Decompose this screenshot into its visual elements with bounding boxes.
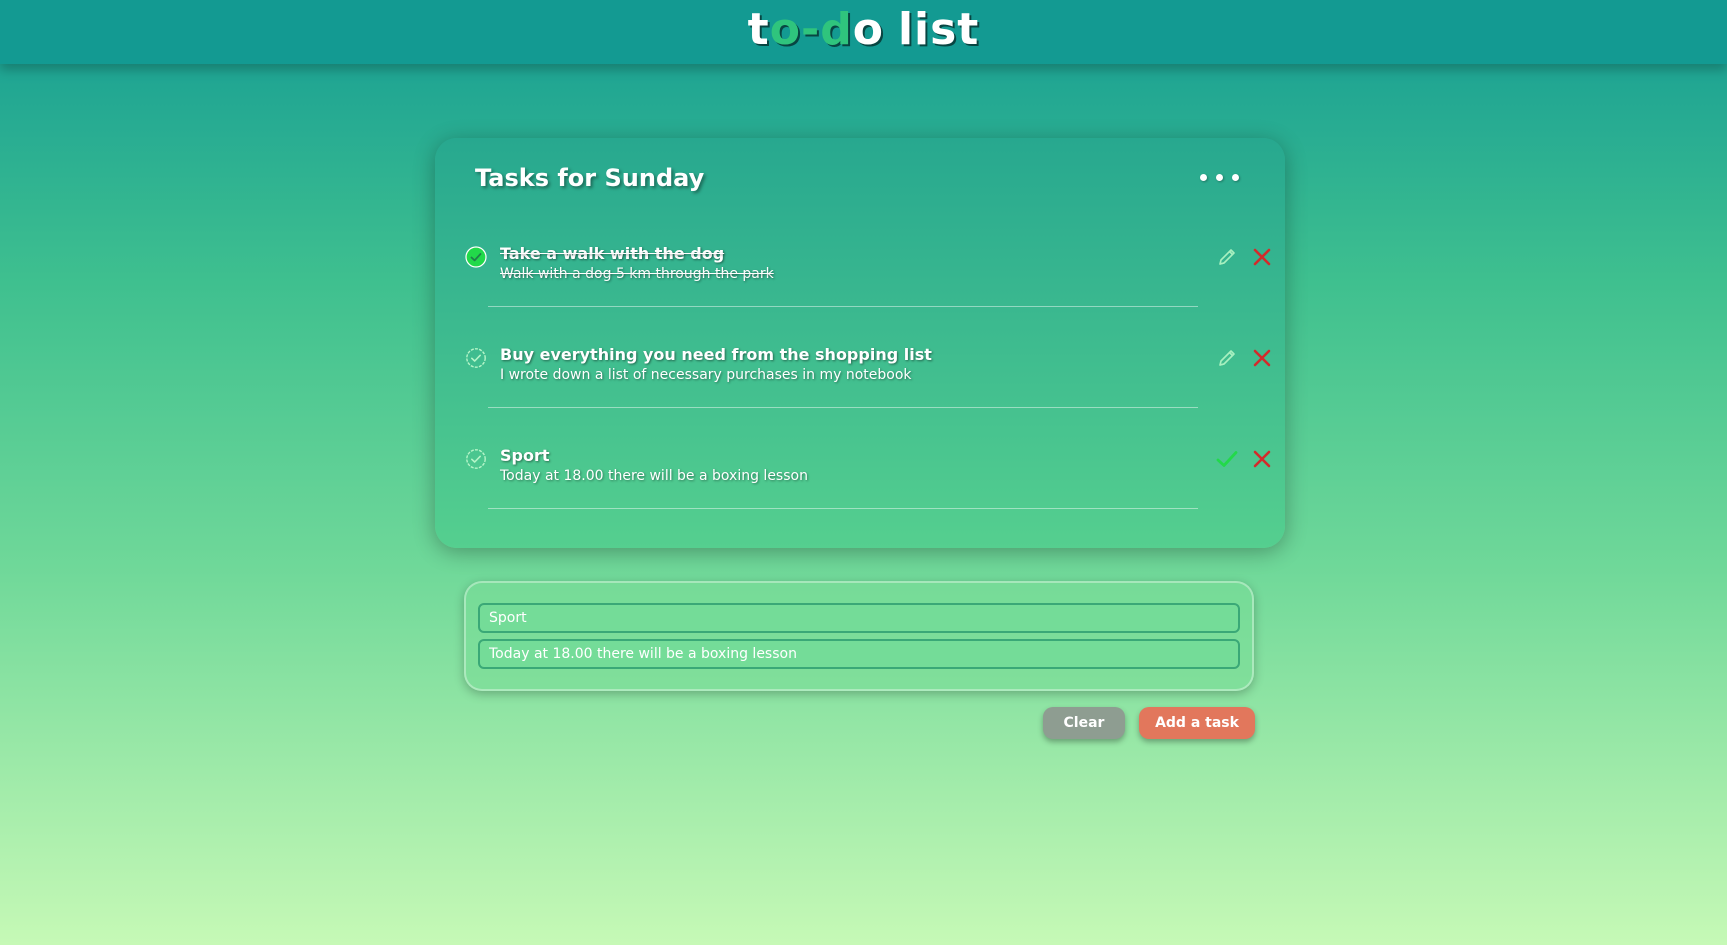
pencil-icon[interactable] <box>1215 346 1239 370</box>
logo-char-t: t <box>747 4 770 55</box>
pencil-icon[interactable] <box>1215 245 1239 269</box>
task-divider <box>488 306 1198 307</box>
close-icon[interactable] <box>1250 346 1274 370</box>
task-form <box>464 581 1254 691</box>
logo-char-d: d <box>820 4 853 55</box>
task-title: Take a walk with the dog <box>500 244 725 263</box>
menu-dot <box>1232 174 1239 181</box>
task-item-walk-dog: Take a walk with the dog Walk with a dog… <box>465 240 1271 310</box>
task-description: I wrote down a list of necessary purchas… <box>500 367 912 383</box>
task-title-input[interactable] <box>478 603 1240 633</box>
logo-space <box>884 8 898 52</box>
task-item-shopping: Buy everything you need from the shoppin… <box>465 341 1271 411</box>
checkmark-circle-outline-icon[interactable] <box>465 347 487 369</box>
checkmark-circle-outline-icon[interactable] <box>465 448 487 470</box>
logo-char-o: o <box>769 4 801 55</box>
task-description-input[interactable] <box>478 639 1240 669</box>
menu-dot <box>1200 174 1207 181</box>
app-header: t o - d o list <box>0 0 1727 64</box>
logo-char-o2: o <box>852 4 884 55</box>
task-divider <box>488 508 1198 509</box>
more-horizontal-icon[interactable] <box>1200 174 1239 181</box>
logo-word-list: list <box>897 4 980 55</box>
task-card: Tasks for Sunday Take a walk with the do… <box>435 138 1285 548</box>
logo-char-dash: - <box>800 4 821 55</box>
app-logo: t o - d o list <box>748 8 980 52</box>
checkmark-circle-filled-icon[interactable] <box>465 246 487 268</box>
task-description: Today at 18.00 there will be a boxing le… <box>500 468 808 484</box>
task-title: Buy everything you need from the shoppin… <box>500 345 932 364</box>
task-title: Sport <box>500 446 550 465</box>
menu-dot <box>1216 174 1223 181</box>
clear-button[interactable]: Clear <box>1043 707 1125 739</box>
close-icon[interactable] <box>1250 447 1274 471</box>
close-icon[interactable] <box>1250 245 1274 269</box>
checkmark-icon[interactable] <box>1215 447 1239 471</box>
add-task-button[interactable]: Add a task <box>1139 707 1255 739</box>
task-divider <box>488 407 1198 408</box>
task-description: Walk with a dog 5 km through the park <box>500 266 774 282</box>
card-title: Tasks for Sunday <box>475 164 705 192</box>
task-item-sport: Sport Today at 18.00 there will be a box… <box>465 442 1271 512</box>
